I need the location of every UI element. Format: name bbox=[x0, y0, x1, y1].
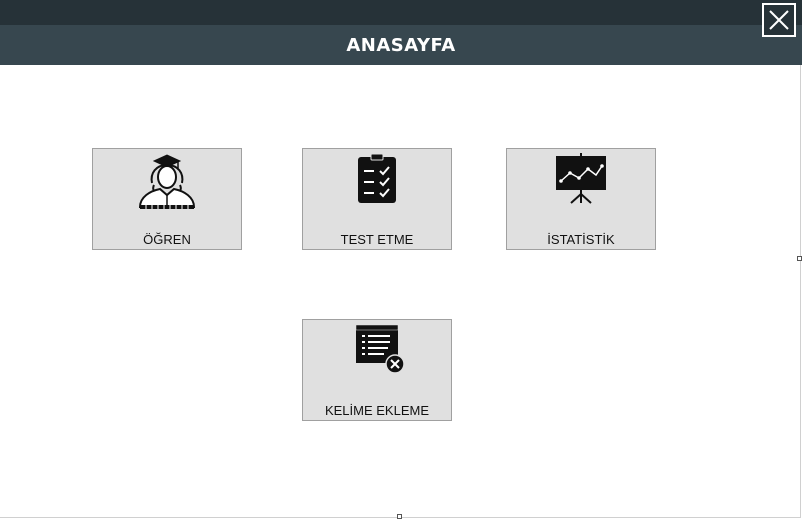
page-header: ANASAYFA bbox=[0, 25, 802, 65]
add-word-button-label: KELİME EKLEME bbox=[324, 403, 430, 418]
resize-handle-right[interactable] bbox=[797, 256, 802, 261]
learn-button-label: ÖĞREN bbox=[143, 232, 191, 247]
test-button[interactable]: TEST ETME bbox=[302, 148, 452, 250]
page-title: ANASAYFA bbox=[346, 34, 456, 56]
presentation-chart-icon bbox=[546, 151, 616, 211]
resize-handle-bottom[interactable] bbox=[397, 514, 402, 519]
title-bar[interactable] bbox=[0, 0, 802, 25]
main-window: ANASAYFA ÖĞREN TEST ETME İSTATİSTİK KELİ… bbox=[0, 0, 802, 518]
word-list-add-icon bbox=[342, 322, 412, 382]
close-icon bbox=[769, 10, 789, 30]
statistics-button[interactable]: İSTATİSTİK bbox=[506, 148, 656, 250]
student-graduate-icon bbox=[132, 151, 202, 211]
close-button[interactable] bbox=[762, 3, 796, 37]
test-button-label: TEST ETME bbox=[340, 232, 414, 247]
add-word-button[interactable]: KELİME EKLEME bbox=[302, 319, 452, 421]
learn-button[interactable]: ÖĞREN bbox=[92, 148, 242, 250]
statistics-button-label: İSTATİSTİK bbox=[547, 232, 615, 247]
clipboard-checklist-icon bbox=[342, 151, 412, 211]
